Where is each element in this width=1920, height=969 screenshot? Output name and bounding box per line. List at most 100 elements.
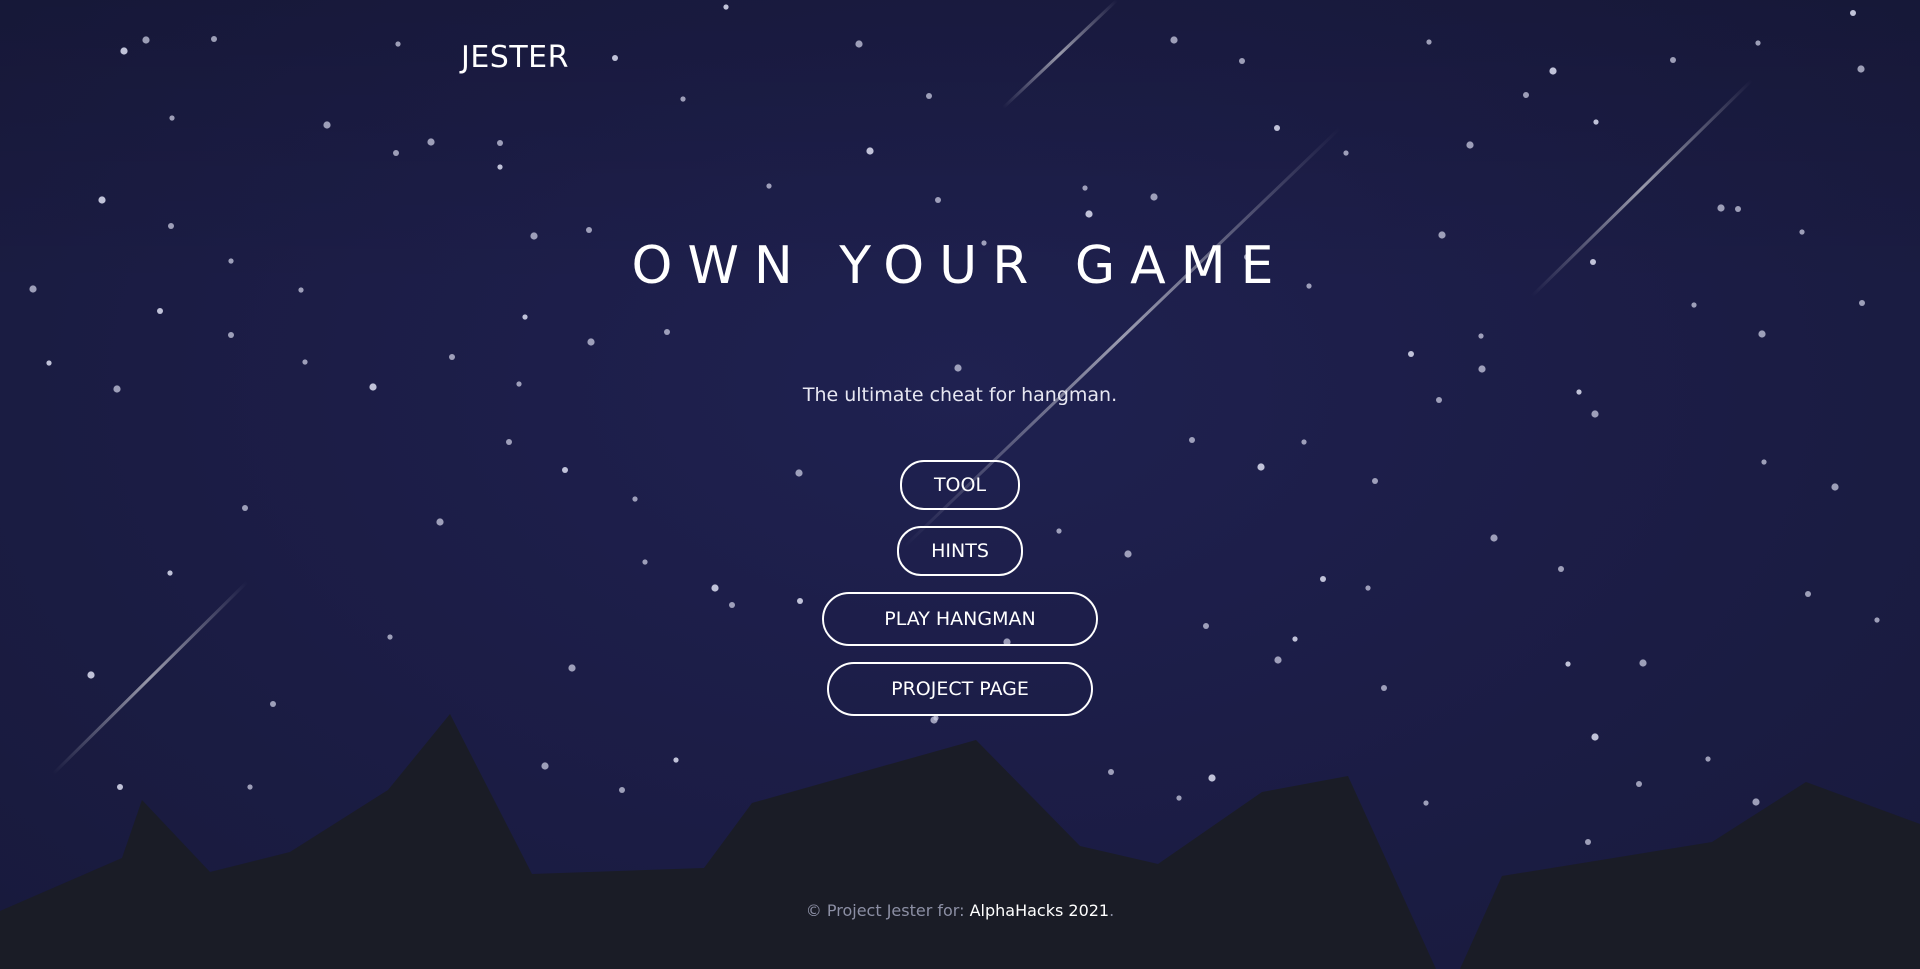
star: [211, 36, 217, 42]
star: [1085, 210, 1093, 218]
tool-button[interactable]: TOOL: [900, 460, 1020, 510]
star: [926, 93, 932, 99]
star: [1423, 800, 1429, 806]
star: [664, 329, 670, 335]
star: [723, 4, 729, 10]
star: [1082, 185, 1088, 191]
star: [587, 338, 595, 346]
star: [497, 140, 503, 146]
star: [522, 314, 528, 320]
star: [1426, 39, 1432, 45]
star: [117, 784, 123, 790]
hints-button[interactable]: HINTS: [897, 526, 1023, 576]
star: [1850, 10, 1856, 16]
star: [1549, 67, 1557, 75]
star: [797, 598, 803, 604]
star: [497, 164, 503, 170]
star: [157, 308, 163, 314]
star: [1189, 437, 1195, 443]
star: [935, 197, 941, 203]
star: [766, 183, 772, 189]
star: [436, 518, 444, 526]
star: [393, 150, 399, 156]
star: [1752, 798, 1760, 806]
star: [930, 716, 938, 724]
footer-copyright: © Project Jester for:: [805, 901, 970, 920]
brand-logo[interactable]: JESTER: [461, 40, 569, 75]
star: [270, 701, 276, 707]
star: [168, 223, 174, 229]
star: [1805, 591, 1811, 597]
project-page-button[interactable]: PROJECT PAGE: [827, 662, 1093, 716]
star: [302, 359, 308, 365]
star: [98, 196, 106, 204]
star: [954, 364, 962, 372]
star: [1343, 150, 1349, 156]
star: [169, 115, 175, 121]
star: [1591, 733, 1599, 741]
star: [449, 354, 455, 360]
star: [1593, 119, 1599, 125]
star: [1857, 65, 1865, 73]
star: [1301, 439, 1307, 445]
star: [1585, 839, 1591, 845]
star: [1292, 636, 1298, 642]
star: [855, 40, 863, 48]
star: [1670, 57, 1676, 63]
star: [506, 439, 512, 445]
star: [142, 36, 150, 44]
star: [1523, 92, 1529, 98]
star: [1636, 781, 1642, 787]
star: [1558, 566, 1564, 572]
star: [1478, 365, 1486, 373]
star: [395, 41, 401, 47]
star: [711, 584, 719, 592]
star: [1108, 769, 1114, 775]
star: [1466, 141, 1474, 149]
star: [1320, 576, 1326, 582]
star: [1208, 774, 1216, 782]
star: [427, 138, 435, 146]
star: [673, 757, 679, 763]
star: [1758, 330, 1766, 338]
star: [1365, 585, 1371, 591]
star: [87, 671, 95, 679]
star: [387, 634, 393, 640]
star: [1799, 229, 1805, 235]
star: [1831, 483, 1839, 491]
star: [1372, 478, 1378, 484]
star: [619, 787, 625, 793]
star: [729, 602, 735, 608]
star: [1150, 193, 1158, 201]
star: [1565, 661, 1571, 667]
star: [1874, 617, 1880, 623]
star: [1176, 795, 1182, 801]
star: [1203, 623, 1209, 629]
star: [541, 762, 549, 770]
star: [795, 469, 803, 477]
star: [1735, 206, 1741, 212]
star: [1490, 534, 1498, 542]
star: [568, 664, 576, 672]
star: [1755, 40, 1761, 46]
star: [1859, 300, 1865, 306]
star: [642, 559, 648, 565]
star: [1274, 125, 1280, 131]
star: [120, 47, 128, 55]
star: [323, 121, 331, 129]
footer-alphahacks-link[interactable]: AlphaHacks 2021: [970, 901, 1110, 920]
star: [1717, 204, 1725, 212]
star: [167, 570, 173, 576]
hero-tagline: The ultimate cheat for hangman.: [802, 384, 1118, 406]
star: [1761, 459, 1767, 465]
star: [1274, 656, 1282, 664]
star: [866, 147, 874, 155]
hero-headline: OWN YOUR GAME: [631, 236, 1289, 296]
star: [562, 467, 568, 473]
star: [1639, 659, 1647, 667]
star: [247, 784, 253, 790]
star: [242, 505, 248, 511]
star: [1124, 550, 1132, 558]
star: [1408, 351, 1414, 357]
play-hangman-button[interactable]: PLAY HANGMAN: [822, 592, 1098, 646]
